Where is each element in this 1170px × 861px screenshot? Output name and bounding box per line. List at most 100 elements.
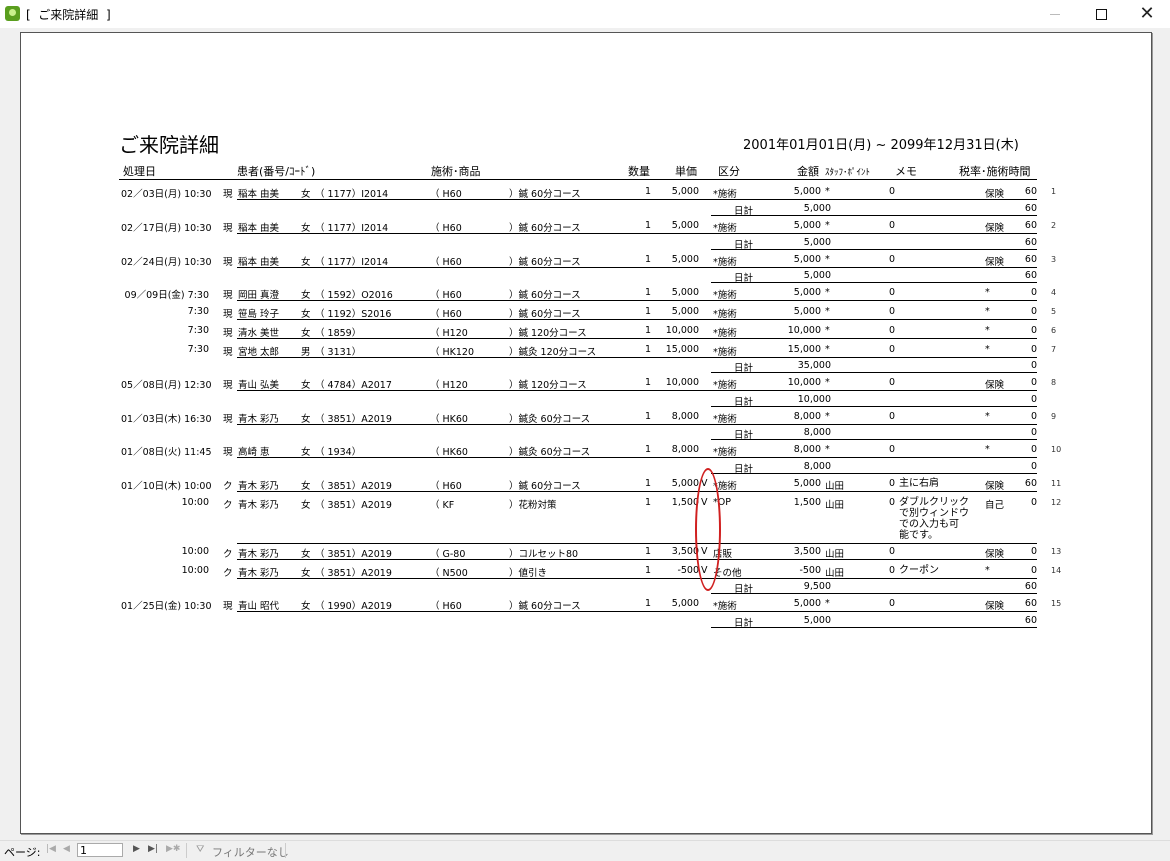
row-sex: 女 [301,549,311,560]
daily-total-time: 60 [1024,581,1037,592]
row-name: 稲本 由美 [238,189,280,200]
daily-total-underline [711,406,1037,407]
table-row[interactable]: 05／08日(月) 12:30 現青山 弘美 女 （ 4784）A2017 （ H120… [21,374,1151,392]
row-time: 0 [1030,325,1037,336]
row-name: 青山 昭代 [238,601,280,612]
table-row[interactable]: 09／09日(金) 7:30 現岡田 真澄 女 （ 1592）O2016 （ H60 ）鍼… [21,284,1151,302]
row-patient-id: （ 3851）A2019 [315,568,392,579]
row-point: 0 [888,497,895,508]
row-item-name: ）鍼 60分コース [509,481,581,492]
row-item-code: （ HK60 [430,447,468,458]
row-point: 0 [888,186,895,197]
row-date: 05／08日(月) 12:30 [121,380,212,391]
table-row[interactable]: 02／17日(月) 10:30 現稲本 由美 女 （ 1177）I2014 （ H60 ）… [21,217,1151,235]
close-button[interactable]: ✕ [1124,0,1170,28]
row-name: 稲本 由美 [238,257,280,268]
row-memo[interactable]: クーポン [899,565,939,576]
row-price: 5,000 [671,287,699,298]
prev-page-icon[interactable]: ◀ [63,844,70,854]
table-row[interactable]: 01／25日(金) 10:30 現青山 昭代 女 （ 1990）A2019 （ H60 ）… [21,595,1151,613]
daily-total-underline [711,627,1037,628]
page-number-input[interactable] [77,843,123,857]
table-row[interactable]: 01／10日(木) 10:00 ク青木 彩乃 女 （ 3851）A2019 （ H60 ）… [21,475,1151,493]
row-price: 8,000 [671,444,699,455]
table-row[interactable]: 01／08日(火) 11:45 現高崎 恵 女 （ 1934） （ HK60 ）鍼灸 60… [21,441,1151,459]
last-page-icon[interactable]: ▶| [148,844,158,854]
row-patient-id: （ 3131） [315,347,362,358]
row-number: 2 [1051,221,1057,230]
first-page-icon[interactable]: |◀ [46,844,56,854]
row-amount: -500 [799,565,821,576]
row-name: 青木 彩乃 [238,500,280,511]
row-qty: 1 [644,497,651,508]
row-point: 0 [888,254,895,265]
row-qty: 1 [644,344,651,355]
row-item-code: （ H120 [430,380,468,391]
row-name: 青山 弘美 [238,380,280,391]
daily-total-underline [711,473,1037,474]
row-staff: 山田 [825,549,845,560]
row-date: 10:00 [181,497,209,508]
row-number: 11 [1051,479,1062,488]
row-item-code: （ HK60 [430,414,468,425]
row-price: 10,000 [665,325,699,336]
row-number: 7 [1051,345,1057,354]
row-category: *施術 [713,481,737,492]
row-type: ク [223,549,233,560]
new-record-icon[interactable]: ▶✱ [166,844,180,854]
row-time: 0 [1030,444,1037,455]
row-item-code: （ G-80 [430,549,466,560]
table-row[interactable]: 02／03日(月) 10:30 現稲本 由美 女 （ 1177）I2014 （ H60 ）… [21,183,1151,201]
row-item-code: （ H60 [430,189,462,200]
filter-status[interactable]: フィルターなし [212,844,289,860]
row-qty: 1 [644,546,651,557]
filter-icon[interactable]: ⛛ [196,844,204,855]
row-sex: 女 [301,189,311,200]
row-date: 02／24日(月) 10:30 [121,257,212,268]
minimize-button[interactable] [1032,0,1078,28]
row-item-code: （ KF [430,500,455,511]
daily-total-row: 日計 35,000 0 [21,357,1151,374]
row-amount: 8,000 [793,444,821,455]
row-staff: * [825,444,830,455]
row-name: 高崎 恵 [238,447,270,458]
row-point: 0 [888,546,895,557]
row-memo[interactable]: ダブルクリック で別ウィンドウ での入力も可 能です。 [899,497,969,541]
daily-total-underline [711,593,1037,594]
table-row[interactable]: 7:30 現清水 美世 女 （ 1859） （ H120 ）鍼 120分コース 1 10,00… [21,322,1151,340]
row-item-name: ）鍼 60分コース [509,189,581,200]
table-row[interactable]: 10:00 ク青木 彩乃女（ 3851）A2019 （ KF ）花粉対策 1 1,500 V… [21,494,1151,544]
row-item-name: ）花粉対策 [509,500,557,511]
row-type: 現 [223,189,233,200]
row-price: 8,000 [671,411,699,422]
table-row[interactable]: 10:00 ク青木 彩乃女（ 3851）A2019 （ G-80 ）コルセット80 1 3… [21,543,1151,561]
row-item-code: （ N500 [430,568,468,579]
row-sex: 女 [301,257,311,268]
row-staff: * [825,598,830,609]
row-name: 宮地 太郎 [238,347,280,358]
daily-total-time: 60 [1024,615,1037,626]
table-row[interactable]: 7:30 現笹島 玲子 女 （ 1192）S2016 （ H60 ）鍼 60分コース 1 5,… [21,303,1151,321]
row-name: 青木 彩乃 [238,568,280,579]
daily-total-amount: 5,000 [803,203,831,214]
row-date: 01／03日(木) 16:30 [121,414,212,425]
row-point: 0 [888,444,895,455]
row-sex: 男 [301,347,311,358]
row-time: 0 [1030,546,1037,557]
title-bar: [ ご来院詳細 ] ✕ [0,0,1170,28]
row-staff: * [825,186,830,197]
row-patient-id: （ 1859） [315,328,362,339]
row-memo[interactable]: 主に右肩 [899,478,939,489]
maximize-button[interactable] [1078,0,1124,28]
row-name: 清水 美世 [238,328,280,339]
row-date: 02／03日(月) 10:30 [121,189,212,200]
row-point: 0 [888,325,895,336]
row-sex: 女 [301,500,311,511]
next-page-icon[interactable]: ▶ [133,844,140,854]
row-price: 3,500 [671,546,699,557]
row-qty: 1 [644,411,651,422]
row-price: 15,000 [665,344,699,355]
row-category: *施術 [713,309,737,320]
nav-separator [285,843,286,858]
row-number: 12 [1051,498,1062,507]
